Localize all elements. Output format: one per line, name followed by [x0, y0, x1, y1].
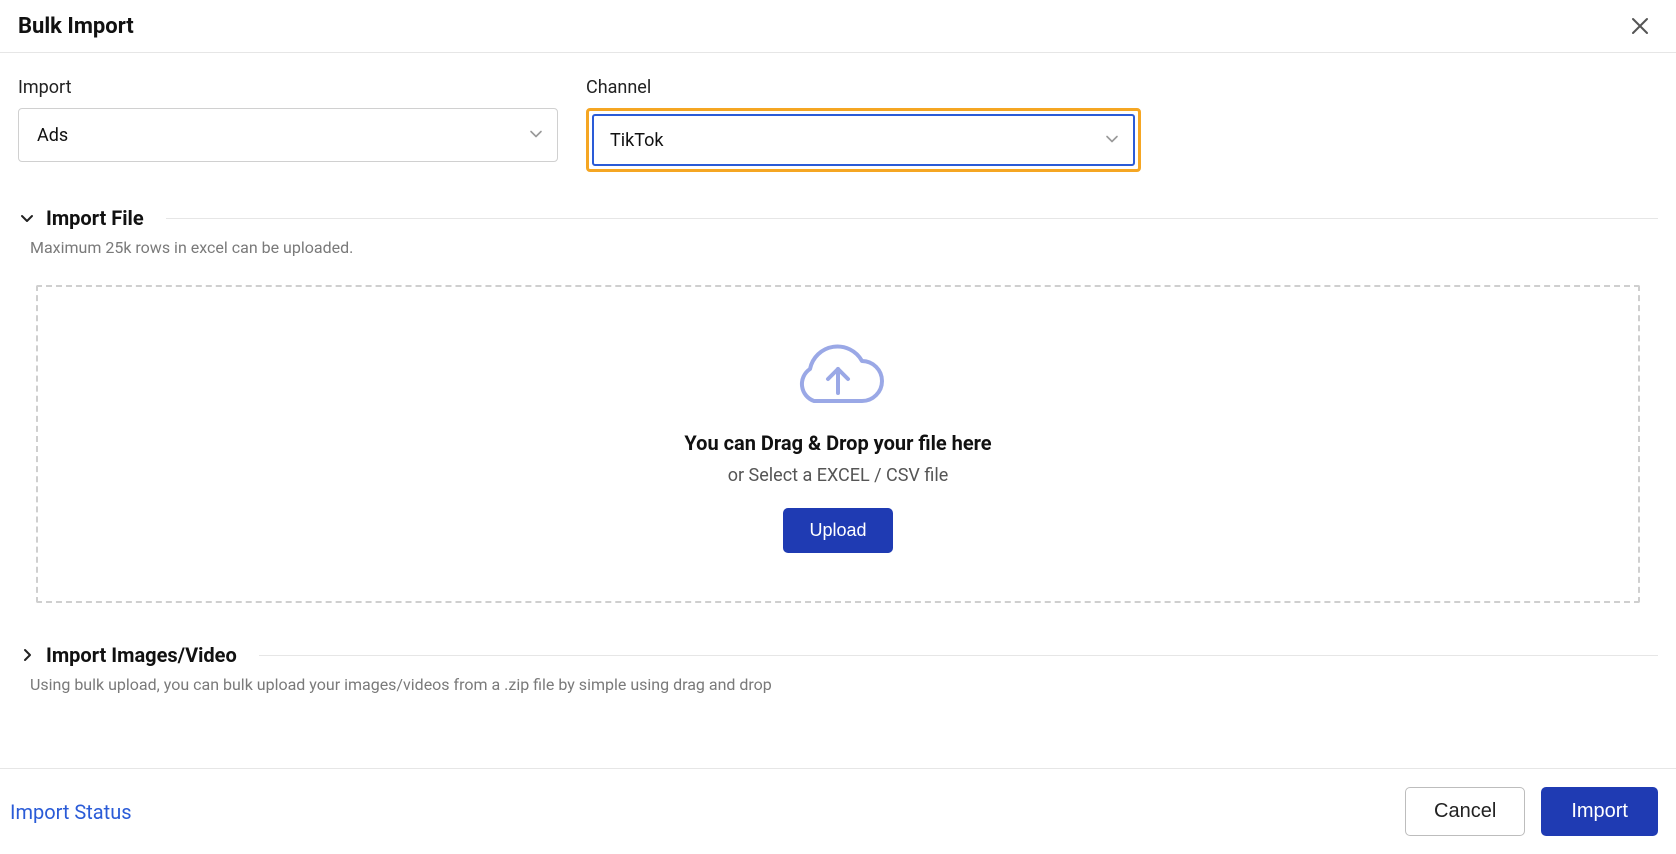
- import-media-section: Import Images/Video Using bulk upload, y…: [18, 643, 1658, 694]
- import-media-header: Import Images/Video: [18, 643, 1658, 667]
- import-label: Import: [18, 77, 558, 98]
- drop-title: You can Drag & Drop your file here: [684, 431, 991, 455]
- chevron-down-icon: [1105, 130, 1119, 151]
- dialog-footer: Import Status Cancel Import: [0, 768, 1676, 854]
- expand-toggle[interactable]: [18, 646, 36, 664]
- chevron-down-icon: [529, 125, 543, 146]
- divider: [259, 655, 1658, 656]
- close-icon: [1631, 17, 1649, 35]
- channel-field: Channel TikTok: [586, 77, 1141, 172]
- drop-subtitle: or Select a EXCEL / CSV file: [728, 465, 949, 486]
- divider: [166, 218, 1658, 219]
- chevron-down-icon: [19, 210, 35, 226]
- import-file-title: Import File: [46, 206, 144, 230]
- import-button[interactable]: Import: [1541, 787, 1658, 836]
- import-media-title: Import Images/Video: [46, 643, 237, 667]
- channel-select[interactable]: TikTok: [592, 114, 1135, 166]
- channel-label: Channel: [586, 77, 1141, 98]
- fields-row: Import Ads Channel TikTok: [18, 77, 1658, 172]
- import-field: Import Ads: [18, 77, 558, 172]
- file-dropzone[interactable]: You can Drag & Drop your file here or Se…: [36, 285, 1640, 603]
- import-media-subtitle: Using bulk upload, you can bulk upload y…: [18, 675, 1658, 694]
- cancel-button[interactable]: Cancel: [1405, 787, 1525, 836]
- dialog-body: Import Ads Channel TikTok: [0, 53, 1676, 768]
- chevron-right-icon: [19, 647, 35, 663]
- import-file-subtitle: Maximum 25k rows in excel can be uploade…: [18, 238, 1658, 257]
- channel-value: TikTok: [610, 130, 664, 151]
- cloud-upload-icon: [788, 335, 888, 415]
- dialog-header: Bulk Import: [0, 0, 1676, 53]
- dialog-title: Bulk Import: [18, 14, 134, 39]
- import-file-header: Import File: [18, 206, 1658, 230]
- close-button[interactable]: [1626, 12, 1654, 40]
- footer-actions: Cancel Import: [1405, 787, 1658, 836]
- import-file-section: Import File Maximum 25k rows in excel ca…: [18, 206, 1658, 603]
- channel-highlight: TikTok: [586, 108, 1141, 172]
- import-value: Ads: [37, 125, 68, 146]
- collapse-toggle[interactable]: [18, 209, 36, 227]
- bulk-import-dialog: Bulk Import Import Ads Channel: [0, 0, 1676, 854]
- upload-button[interactable]: Upload: [783, 508, 892, 553]
- import-status-link[interactable]: Import Status: [10, 800, 132, 824]
- import-select[interactable]: Ads: [18, 108, 558, 162]
